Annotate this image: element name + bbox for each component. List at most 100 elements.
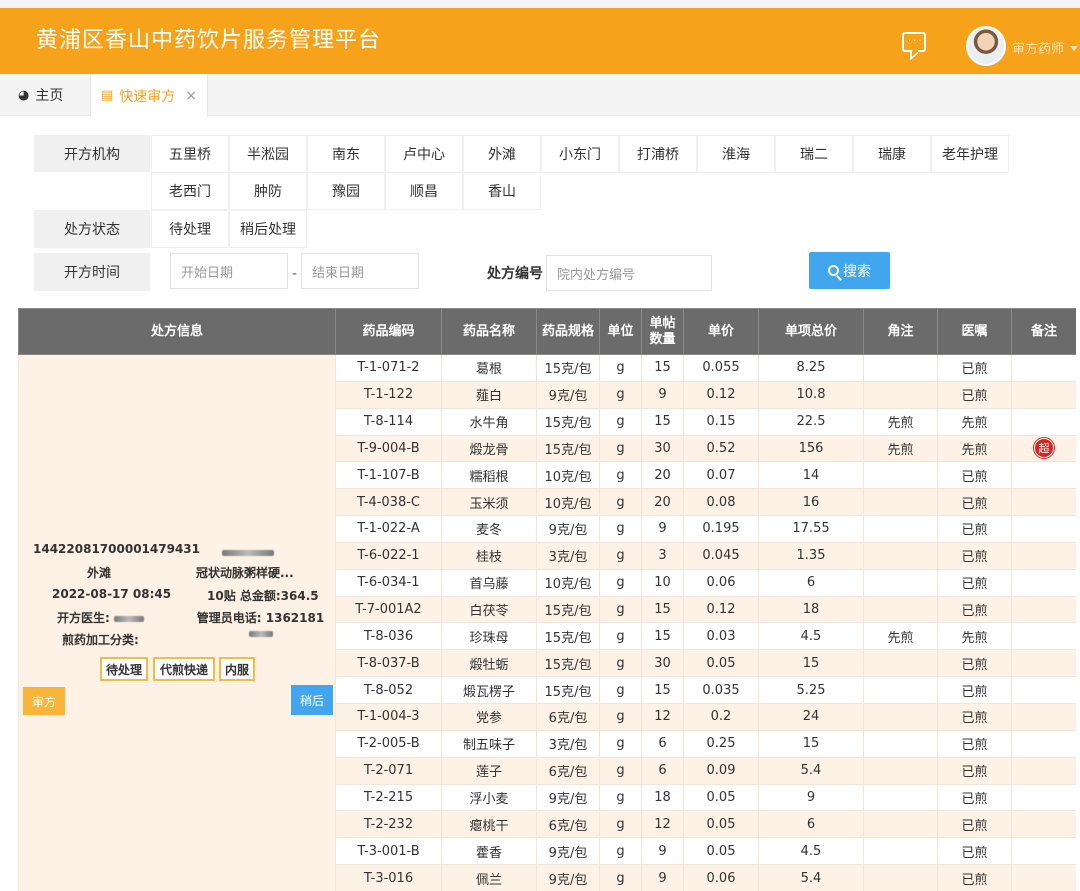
search-button[interactable]: 搜索 (809, 252, 890, 289)
tab-bar: ◕ 主页 ▤ 快速审方 × (0, 74, 1080, 117)
table-cell: 水牛角 (441, 407, 537, 436)
tab-quick-review[interactable]: ▤ 快速审方 × (90, 74, 208, 117)
table-cell: 5.4 (758, 756, 864, 785)
app-header: 黄浦区香山中药饮片服务管理平台 ··· 审方药师 (0, 8, 1080, 74)
table-cell: 已煎 (937, 649, 1012, 678)
table-cell: 已煎 (937, 488, 1012, 517)
table-cell: g (599, 488, 642, 517)
tab-label: 快速审方 (119, 88, 176, 105)
later-button[interactable]: 稍后 (291, 685, 333, 715)
table-cell: 3克/包 (536, 541, 600, 570)
org-filter-chip[interactable]: 顺昌 (385, 172, 463, 210)
org-filter-chip[interactable]: 老西门 (151, 172, 229, 210)
org-filter-chip[interactable]: 卢中心 (385, 135, 463, 173)
table-cell: 先煎 (937, 434, 1012, 463)
org-filter-chip[interactable]: 外滩 (463, 135, 541, 173)
tag-oral[interactable]: 内服 (219, 657, 255, 681)
org-filter-chip[interactable]: 五里桥 (151, 135, 229, 173)
org-filter-chip[interactable]: 老年护理 (931, 135, 1009, 173)
table-cell: 4.5 (758, 622, 864, 651)
table-cell: 156 (758, 434, 864, 463)
table-cell: 18 (758, 595, 864, 624)
table-cell (863, 676, 938, 704)
table-cell (863, 756, 938, 785)
table-cell: T-9-004-B (335, 434, 442, 463)
org-filter-chip[interactable]: 瑞康 (853, 135, 931, 173)
table-cell (863, 864, 938, 891)
prescription-org: 外滩 (87, 566, 112, 580)
table-cell: 煅牡蛎 (441, 649, 537, 678)
table-cell: 0.12 (683, 595, 759, 624)
table-cell: g (599, 729, 642, 758)
table-cell: T-3-001-B (335, 837, 442, 866)
table-cell (863, 595, 938, 624)
column-header: 药品规格 (536, 308, 600, 355)
table-cell: 0.25 (683, 729, 759, 758)
tab-home[interactable]: ◕ 主页 (18, 74, 63, 116)
status-filter-chip[interactable]: 待处理 (151, 210, 229, 248)
table-cell: 先煎 (937, 622, 1012, 651)
window-top-strip (0, 0, 1080, 8)
end-date-input[interactable]: 结束日期 (301, 253, 419, 289)
table-cell: 莲子 (441, 756, 537, 785)
approve-button[interactable]: 审方 (23, 687, 65, 715)
table-cell: 20 (641, 461, 684, 490)
close-icon[interactable]: × (185, 88, 197, 104)
table-cell: 0.035 (683, 676, 759, 704)
table-cell: 0.2 (683, 702, 759, 731)
table-cell: T-6-034-1 (335, 568, 442, 597)
table-cell: 3克/包 (536, 729, 600, 758)
chevron-down-icon[interactable] (1070, 46, 1078, 51)
table-cell: 糯稻根 (441, 461, 537, 490)
org-filter-chip[interactable]: 淮海 (697, 135, 775, 173)
table-cell: g (599, 541, 642, 570)
table-cell: T-7-001A2 (335, 595, 442, 624)
table-cell (1011, 837, 1076, 866)
table-cell: 15克/包 (536, 649, 600, 678)
table-cell: 6 (641, 756, 684, 785)
org-filter-chip[interactable]: 打浦桥 (619, 135, 697, 173)
user-name[interactable]: 审方药师 (1012, 38, 1064, 57)
table-cell: 0.08 (683, 488, 759, 517)
org-filter-chip[interactable]: 半淞园 (229, 135, 307, 173)
message-icon[interactable]: ··· (902, 32, 926, 52)
table-cell: 已煎 (937, 837, 1012, 866)
table-cell: 5.25 (758, 676, 864, 704)
table-cell: 15克/包 (536, 622, 600, 651)
org-filter-chip[interactable]: 香山 (463, 172, 541, 210)
table-cell: T-1-107-B (335, 461, 442, 490)
rx-number-input[interactable]: 院内处方编号 (546, 255, 712, 291)
org-filter-chip[interactable]: 瑞二 (775, 135, 853, 173)
table-cell (863, 354, 938, 382)
table-cell: 佩兰 (441, 864, 537, 891)
table-cell: 瘪桃干 (441, 810, 537, 839)
table-cell: g (599, 649, 642, 678)
doctor-label: 开方医生: (57, 609, 144, 626)
table-cell: 15 (641, 676, 684, 704)
status-filter-chip[interactable]: 稍后处理 (229, 210, 307, 248)
dashboard-icon: ◕ (18, 87, 30, 103)
table-cell: 9克/包 (536, 837, 600, 866)
avatar[interactable] (966, 26, 1006, 66)
table-cell: 先煎 (863, 622, 938, 651)
table-cell: 15 (641, 622, 684, 651)
tag-pending[interactable]: 待处理 (100, 657, 148, 681)
start-date-input[interactable]: 开始日期 (170, 253, 288, 289)
table-cell: g (599, 380, 642, 409)
table-cell: 10 (641, 568, 684, 597)
table-cell (863, 461, 938, 490)
table-cell: 已煎 (937, 756, 1012, 785)
over-limit-badge: 超 (1034, 438, 1054, 459)
table-cell: g (599, 434, 642, 463)
table-cell (863, 380, 938, 409)
table-cell: 先煎 (863, 434, 938, 463)
table-cell: 煅龙骨 (441, 434, 537, 463)
org-filter-chip[interactable]: 小东门 (541, 135, 619, 173)
org-filter-chip[interactable]: 豫园 (307, 172, 385, 210)
org-filter-chip[interactable]: 肿防 (229, 172, 307, 210)
table-cell: g (599, 461, 642, 490)
prescription-datetime: 2022-08-17 08:45 (52, 587, 172, 601)
tag-delivery[interactable]: 代煎快递 (153, 657, 215, 681)
table-cell: 5.4 (758, 864, 864, 891)
org-filter-chip[interactable]: 南东 (307, 135, 385, 173)
